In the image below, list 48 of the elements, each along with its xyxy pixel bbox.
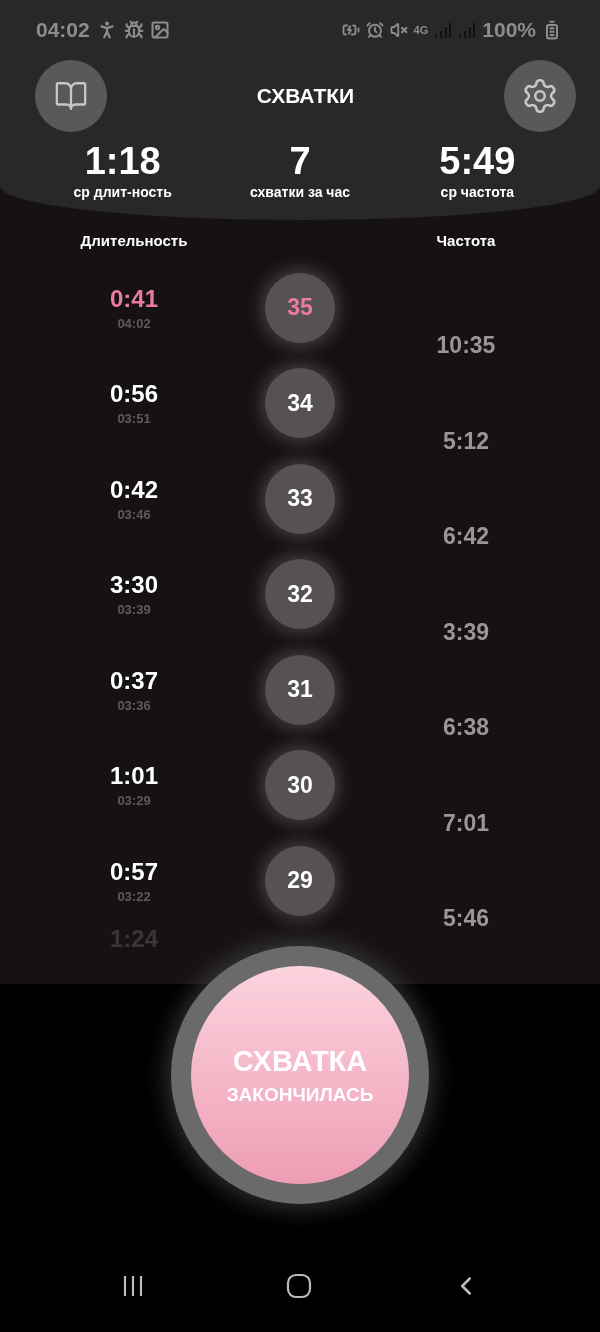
duration-value: 0:57 [109, 857, 158, 886]
start-time: 03:36 [117, 697, 151, 713]
contraction-number: 32 [265, 559, 335, 629]
stat-label: ср частота [440, 184, 515, 200]
column-header: Длительность [80, 232, 188, 251]
contraction-number: 35 [265, 272, 335, 343]
contraction-number: 30 [265, 750, 335, 820]
stat-label: ср длит-ность [73, 184, 172, 200]
stat-label: схватки за час [249, 184, 351, 200]
book-icon [54, 79, 88, 113]
stat-value: 5:49 [439, 140, 516, 182]
duration-value: 0:37 [109, 666, 158, 695]
mute-icon [389, 21, 408, 39]
stat-value: 1:18 [84, 140, 161, 182]
duration-value: 0:41 [109, 284, 158, 313]
stat-value: 7 [289, 140, 311, 182]
contraction-number: 31 [265, 654, 335, 725]
column-header: Частота [436, 232, 496, 251]
network-type: 4G [413, 24, 429, 36]
duration-value: 0:42 [109, 475, 158, 504]
frequency-value: 10:35 [436, 332, 496, 359]
status-time: 04:02 [36, 18, 90, 42]
image-icon [149, 20, 170, 40]
start-time: 03:39 [117, 602, 151, 617]
alarm-icon [365, 21, 384, 39]
start-time: 03:22 [117, 888, 151, 904]
start-time: 03:46 [117, 506, 151, 522]
contraction-number: 29 [265, 845, 335, 916]
home-icon[interactable] [285, 1272, 313, 1300]
contraction-ended-button[interactable]: СХВАТКА ЗАКОНЧИЛАСЬ [171, 946, 429, 1204]
contraction-number: 34 [265, 368, 335, 438]
duration-value: 1:01 [109, 762, 158, 790]
start-time: 03:29 [117, 793, 151, 808]
duration-value: 3:30 [109, 571, 158, 599]
contraction-number: 33 [265, 463, 335, 534]
duration-value: 0:56 [109, 380, 158, 408]
battery-level: 100% [482, 18, 536, 42]
frequency-value: 6:38 [442, 714, 489, 741]
frequency-value: 6:42 [442, 523, 489, 550]
screen-title: СХВАТКИ [256, 84, 355, 108]
start-time: 03:51 [117, 411, 151, 426]
bug-icon [123, 20, 144, 40]
frequency-value: 5:46 [442, 905, 489, 932]
settings-icon [521, 77, 559, 115]
frequency-value: 3:39 [442, 618, 489, 646]
frequency-value: 7:01 [442, 809, 489, 837]
start-time: 04:02 [117, 315, 151, 331]
frequency-value: 5:12 [442, 427, 489, 455]
